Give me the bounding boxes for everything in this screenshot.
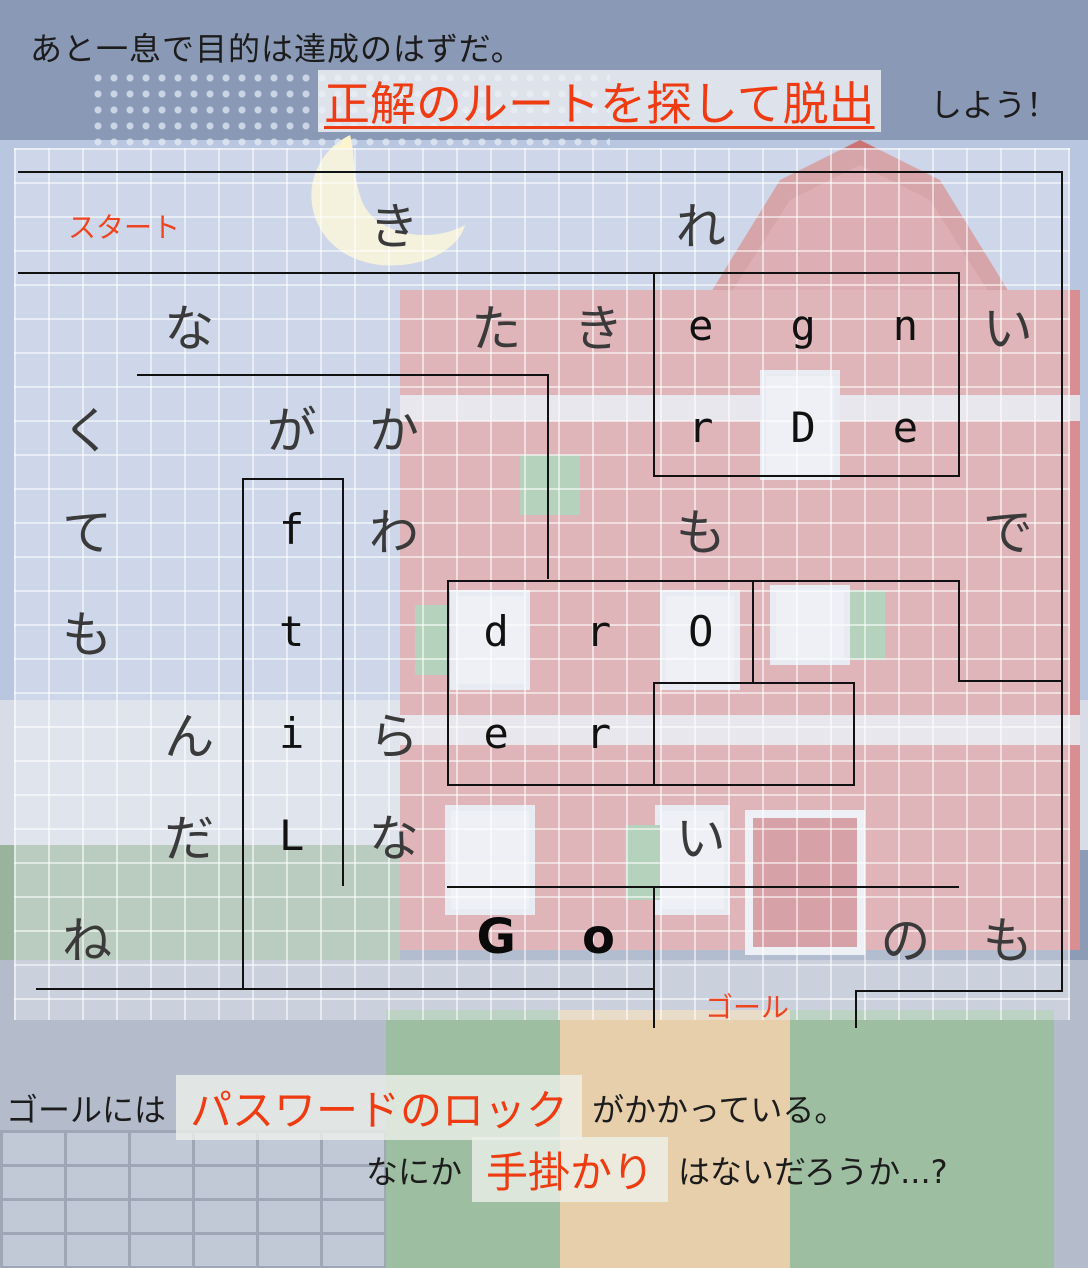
maze-wall [653, 272, 655, 477]
maze-wall [653, 475, 960, 477]
maze-cell-r5-c5: r [585, 708, 612, 758]
maze-cell-r7-c9: も [982, 912, 1033, 970]
maze-cell-r6-c6: い [675, 810, 726, 868]
maze-cell-r3-c3: わ [368, 504, 419, 562]
maze-wall [547, 374, 549, 579]
hint-line-1-pre: ゴールには [6, 1090, 167, 1129]
maze-wall [855, 990, 857, 1028]
maze-wall [958, 272, 960, 477]
maze-wall [853, 682, 855, 786]
maze-cell-r7-c4: G [476, 909, 516, 965]
objective-highlight: 正解のルートを探して脱出 [324, 77, 875, 131]
maze-cell-r3-c9: で [982, 504, 1033, 562]
maze-wall [137, 374, 549, 376]
maze-cell-r7-c8: の [880, 912, 931, 970]
maze-cell-r5-c1: ん [164, 708, 215, 766]
objective-tail: しよう！ [930, 86, 1059, 124]
maze-cell-r7-c5: o [582, 909, 615, 965]
hint-line-1-post: がかかっている。 [592, 1090, 847, 1129]
maze-cell-r1-c4: た [471, 300, 522, 358]
hint-line-2-post: はないだろうか...? [678, 1152, 948, 1191]
password-lock-highlight: パスワードのロック [176, 1075, 583, 1140]
maze-cell-r4-c6: O [688, 606, 714, 656]
maze-wall [958, 580, 960, 682]
maze-cell-r4-c5: r [585, 606, 612, 656]
maze-wall [18, 272, 653, 274]
brick-wall [0, 1130, 386, 1268]
hint-line-1: ゴールには パスワードのロック がかかっている。 [6, 1075, 846, 1140]
maze-cell-r1-c8: n [892, 300, 919, 350]
maze-cell-r1-c7: g [790, 300, 816, 350]
maze-wall [242, 478, 244, 988]
maze-cell-r2-c2: が [266, 402, 317, 460]
maze-cell-r4-c4: d [483, 606, 509, 656]
clue-highlight: 手掛かり [472, 1137, 669, 1202]
maze-wall [447, 784, 855, 786]
maze-wall [855, 990, 1063, 992]
maze-wall [958, 680, 1063, 682]
maze-wall [447, 580, 449, 785]
maze-wall [1061, 171, 1063, 991]
start-label: スタート [68, 211, 181, 244]
maze-cell-r4-c2: t [278, 606, 305, 656]
maze-cell-r4-c0: も [62, 606, 112, 664]
maze-cell-r1-c5: き [573, 300, 624, 358]
maze-wall [447, 580, 960, 582]
maze-cell-r2-c6: r [688, 402, 714, 452]
maze-cell-r5-c2: i [278, 708, 305, 758]
maze-wall [653, 682, 855, 684]
maze-wall [653, 272, 960, 274]
maze-wall [653, 682, 655, 786]
maze-wall [36, 988, 653, 990]
maze-cell-r5-c3: ら [368, 708, 419, 766]
maze-cell-r3-c2: f [278, 504, 305, 554]
maze-cell-r0-c6: れ [675, 198, 726, 256]
maze-wall [18, 171, 1063, 173]
maze-cell-r1-c9: い [982, 300, 1033, 358]
maze-cell-r3-c6: も [675, 504, 726, 562]
maze-wall [752, 580, 754, 682]
maze-wall [242, 478, 344, 480]
maze-cell-r6-c3: な [368, 810, 419, 868]
objective-banner: 正解のルートを探して脱出 [318, 70, 881, 132]
goal-label: ゴール [705, 991, 790, 1024]
hint-line-2-pre: なにか [366, 1152, 463, 1191]
maze-cell-r2-c8: e [892, 402, 919, 452]
maze-cell-r1-c6: e [688, 300, 714, 350]
maze-cell-r2-c7: D [790, 402, 816, 452]
maze-cell-r0-c3: き [368, 198, 419, 256]
intro-text: あと一息で目的は達成のはずだ。 [30, 30, 524, 68]
maze-wall [342, 478, 344, 886]
maze-cell-r6-c1: だ [164, 810, 215, 868]
maze-cell-r7-c0: ね [62, 912, 112, 970]
maze-cell-r2-c0: く [62, 402, 112, 460]
maze-cell-r3-c0: て [62, 504, 112, 562]
maze-wall [447, 886, 959, 888]
maze-cell-r6-c2: L [278, 810, 305, 860]
hint-line-2: なにか 手掛かり はないだろうか...? [366, 1137, 948, 1202]
maze-wall [653, 886, 655, 1028]
maze-cell-r5-c4: e [483, 708, 509, 758]
maze-cell-r2-c3: か [368, 402, 419, 460]
maze-cell-r1-c1: な [164, 300, 215, 358]
